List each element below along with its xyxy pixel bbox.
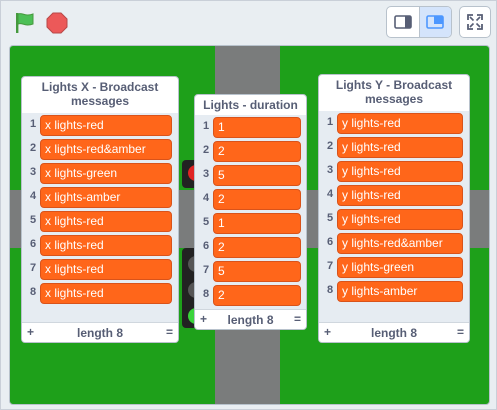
list-item[interactable]: 2x lights-red&amber: [22, 139, 178, 160]
list-item[interactable]: 1x lights-red: [22, 115, 178, 136]
list-item[interactable]: 1y lights-red: [319, 113, 469, 134]
list-item[interactable]: 7y lights-green: [319, 257, 469, 278]
normal-stage-button[interactable]: [418, 7, 451, 37]
list-item[interactable]: 51: [195, 213, 306, 234]
list-item[interactable]: 8y lights-amber: [319, 281, 469, 302]
fullscreen-icon: [467, 14, 483, 30]
resize-handle[interactable]: =: [294, 312, 301, 326]
resize-handle[interactable]: =: [457, 325, 464, 339]
list-item[interactable]: 5x lights-red: [22, 211, 178, 232]
fullscreen-button[interactable]: [459, 6, 491, 38]
list-length: length 8: [370, 326, 417, 340]
list-footer: + length 8 =: [22, 322, 178, 342]
stage[interactable]: Lights X - Broadcast messages 1x lights-…: [9, 45, 490, 405]
list-body: 1x lights-red 2x lights-red&amber 3x lig…: [22, 113, 178, 324]
list-item[interactable]: 3x lights-green: [22, 163, 178, 184]
list-title: Lights X - Broadcast messages: [41, 80, 159, 108]
resize-handle[interactable]: =: [166, 325, 173, 339]
stage-header: [1, 1, 496, 43]
list-item[interactable]: 35: [195, 165, 306, 186]
list-item[interactable]: 3y lights-red: [319, 161, 469, 182]
list-item[interactable]: 8x lights-red: [22, 283, 178, 304]
list-monitor-lights-duration[interactable]: Lights - duration 11 22 35 42 51 62 75 8…: [194, 94, 307, 330]
list-monitor-lights-y[interactable]: Lights Y - Broadcast messages 1y lights-…: [318, 74, 470, 343]
list-item[interactable]: 5y lights-red: [319, 209, 469, 230]
small-stage-icon: [394, 15, 412, 29]
list-item[interactable]: 22: [195, 141, 306, 162]
list-item[interactable]: 82: [195, 285, 306, 306]
list-monitor-lights-x[interactable]: Lights X - Broadcast messages 1x lights-…: [21, 76, 179, 343]
normal-stage-icon: [426, 15, 445, 29]
list-title: Lights - duration: [203, 98, 298, 112]
list-item[interactable]: 75: [195, 261, 306, 282]
list-body: 11 22 35 42 51 62 75 82: [195, 115, 306, 311]
list-item[interactable]: 4x lights-amber: [22, 187, 178, 208]
list-item[interactable]: 2y lights-red: [319, 137, 469, 158]
list-length: length 8: [227, 313, 274, 327]
list-length: length 8: [76, 326, 123, 340]
list-body: 1y lights-red 2y lights-red 3y lights-re…: [319, 111, 469, 324]
stop-icon[interactable]: [46, 12, 68, 34]
list-item[interactable]: 6y lights-red&amber: [319, 233, 469, 254]
stage-window: Lights X - Broadcast messages 1x lights-…: [0, 0, 497, 410]
list-footer: + length 8 =: [195, 309, 306, 329]
list-footer: + length 8 =: [319, 322, 469, 342]
list-item[interactable]: 11: [195, 117, 306, 138]
list-title: Lights Y - Broadcast messages: [335, 78, 453, 106]
stage-size-toggle: [386, 6, 452, 38]
list-item[interactable]: 6x lights-red: [22, 235, 178, 256]
small-stage-button[interactable]: [387, 7, 419, 37]
list-item[interactable]: 7x lights-red: [22, 259, 178, 280]
list-item[interactable]: 62: [195, 237, 306, 258]
green-flag-icon[interactable]: [13, 11, 37, 35]
list-item[interactable]: 42: [195, 189, 306, 210]
list-item[interactable]: 4y lights-red: [319, 185, 469, 206]
